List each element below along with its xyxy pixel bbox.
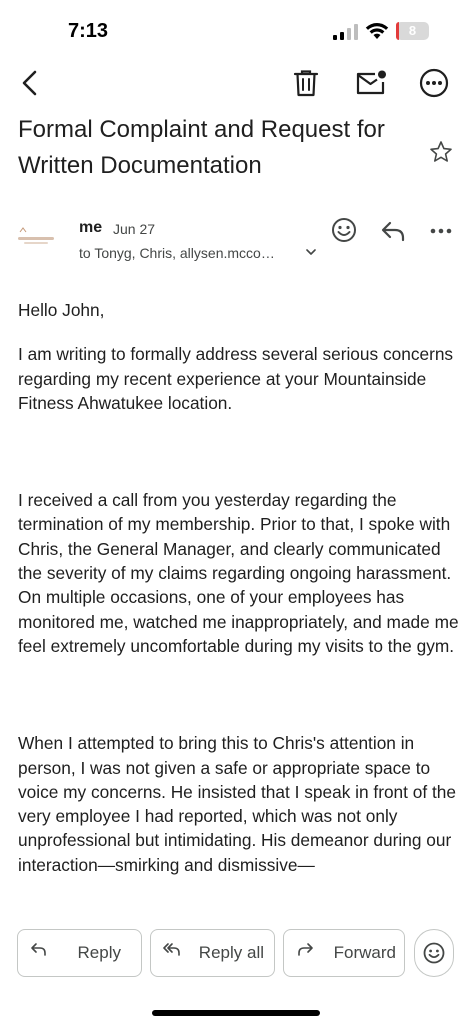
wifi-icon — [365, 23, 389, 39]
emoji-reaction-button[interactable] — [414, 929, 454, 977]
cellular-signal-icon — [333, 24, 358, 40]
reply-button[interactable]: Reply — [17, 929, 142, 977]
reply-label: Reply — [77, 943, 121, 962]
chevron-down-icon[interactable] — [305, 246, 317, 258]
email-date: Jun 27 — [113, 221, 156, 237]
email-body: Hello John, I am writing to formally add… — [18, 298, 460, 877]
forward-icon — [298, 943, 313, 956]
email-view-screen: 7:13 8 Formal Complaint and Request for … — [0, 0, 472, 1024]
body-paragraph: Hello John, — [18, 300, 105, 320]
avatar[interactable] — [14, 218, 58, 254]
body-paragraph: I received a call from you yesterday reg… — [18, 490, 459, 656]
delete-button[interactable] — [288, 62, 324, 104]
back-button[interactable] — [14, 62, 46, 104]
mark-unread-button[interactable] — [352, 62, 390, 104]
reply-icon — [31, 943, 46, 956]
reply-icon[interactable] — [380, 219, 406, 243]
trash-icon — [293, 70, 319, 97]
battery-icon: 8 — [396, 22, 429, 40]
body-paragraph: I am writing to formally address several… — [18, 344, 454, 413]
message-more-icon[interactable] — [428, 219, 454, 243]
home-indicator[interactable] — [152, 1010, 320, 1016]
reply-all-button[interactable]: Reply all — [150, 929, 275, 977]
email-toolbar — [0, 62, 472, 104]
sender-name[interactable]: me — [79, 219, 102, 237]
add-reaction-icon[interactable] — [331, 217, 357, 243]
back-arrow-icon — [22, 70, 37, 96]
avatar-image-icon — [14, 218, 58, 254]
battery-level: 8 — [408, 23, 417, 38]
status-bar: 7:13 8 — [0, 0, 472, 58]
recipients-line[interactable]: to Tonyg, Chris, allysen.mcco… — [79, 245, 275, 261]
mail-unread-icon — [356, 70, 386, 95]
star-icon — [430, 141, 452, 162]
more-horizontal-icon — [419, 68, 449, 98]
body-paragraph: When I attempted to bring this to Chris'… — [18, 733, 457, 875]
forward-label: Forward — [333, 943, 396, 962]
reply-all-icon — [163, 943, 180, 956]
reply-action-bar: Reply Reply all Forward — [0, 920, 472, 1024]
star-button[interactable] — [427, 138, 455, 166]
reply-all-label: Reply all — [198, 943, 264, 962]
status-time: 7:13 — [68, 20, 109, 42]
more-options-button[interactable] — [416, 62, 452, 104]
forward-button[interactable]: Forward — [283, 929, 405, 977]
emoji-icon — [423, 942, 445, 964]
email-subject: Formal Complaint and Request for Written… — [18, 116, 385, 179]
